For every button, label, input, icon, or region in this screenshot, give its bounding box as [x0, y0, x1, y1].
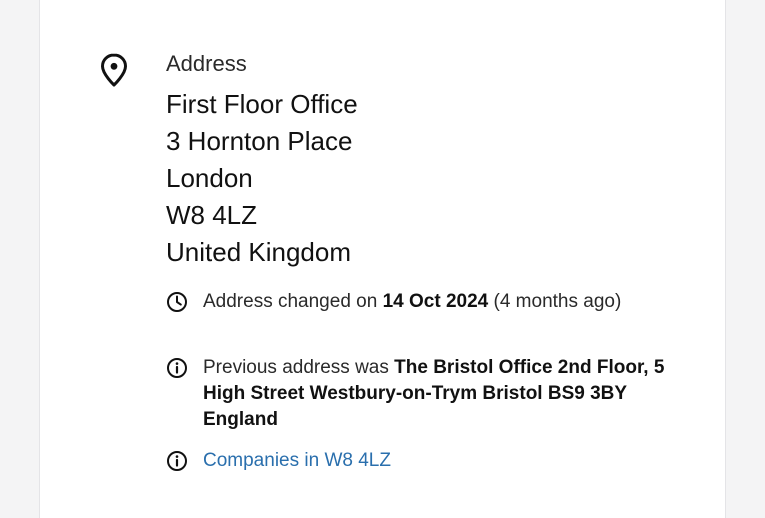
address-line: United Kingdom [166, 237, 351, 267]
address-line: London [166, 163, 253, 193]
address-changed-prefix: Address changed on [203, 291, 383, 312]
previous-address-row: Previous address was The Bristol Office … [166, 355, 666, 433]
companies-in-postcode-link[interactable]: Companies in W8 4LZ [203, 450, 391, 471]
info-icon [167, 451, 187, 471]
companies-row: Companies in W8 4LZ [166, 448, 666, 474]
previous-address-prefix: Previous address was [203, 357, 395, 378]
address-card [39, 0, 726, 518]
address-changed-date: 14 Oct 2024 [382, 291, 489, 312]
address-heading: Address [166, 51, 247, 76]
address-changed-ago: (4 months ago) [488, 291, 622, 312]
address-lines: First Floor Office 3 Hornton Place Londo… [166, 86, 358, 271]
address-changed-text: Address changed on 14 Oct 2024 (4 months… [203, 289, 666, 315]
address-changed-row: Address changed on 14 Oct 2024 (4 months… [166, 289, 666, 315]
address-line: W8 4LZ [166, 200, 258, 230]
address-line: 3 Hornton Place [166, 126, 353, 156]
previous-address-text: Previous address was The Bristol Office … [203, 355, 666, 433]
address-line: First Floor Office [166, 89, 358, 119]
info-icon [167, 358, 187, 378]
clock-icon [167, 292, 187, 312]
location-pin-icon [101, 53, 127, 87]
